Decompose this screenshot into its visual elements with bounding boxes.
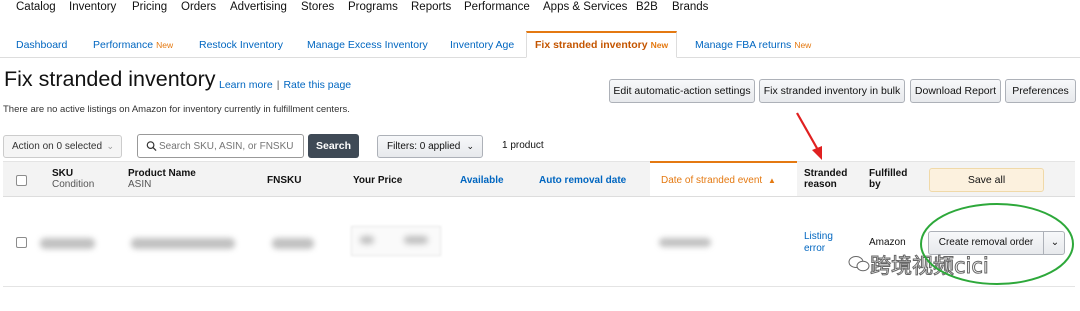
nav-orders[interactable]: Orders [181, 1, 216, 13]
tab-performance[interactable]: Performance New [93, 32, 173, 58]
new-badge: New [650, 40, 669, 50]
header-sublabel: ASIN [128, 179, 152, 190]
search-input[interactable] [159, 138, 301, 154]
tab-label: Dashboard [16, 39, 68, 51]
wechat-icon [848, 256, 870, 272]
fix-stranded-inventory-in-bulk-button[interactable]: Fix stranded inventory in bulk [759, 79, 905, 103]
learn-more-link[interactable]: Learn more [219, 79, 273, 91]
tab-inventory-age[interactable]: Inventory Age [450, 32, 514, 58]
bulk-action-select[interactable]: Action on 0 selected ⌄ [3, 135, 122, 158]
fulfilled-by-value: Amazon [869, 237, 906, 248]
price-input-blurred[interactable] [351, 226, 441, 256]
new-badge: New [794, 40, 812, 50]
nav-reports[interactable]: Reports [411, 1, 451, 13]
nav-b2b[interactable]: B2B [636, 1, 658, 13]
header-your-price[interactable]: Your Price [353, 175, 402, 186]
nav-catalog[interactable]: Catalog [16, 1, 56, 13]
tab-label: Performance [93, 39, 154, 51]
tab-label: Restock Inventory [199, 39, 284, 51]
product-count: 1 product [502, 140, 544, 151]
search-box[interactable] [137, 134, 304, 158]
blurred-price-value [404, 236, 428, 244]
nav-pricing[interactable]: Pricing [132, 1, 167, 13]
blurred-fnsku [272, 238, 314, 249]
new-badge: New [156, 40, 174, 50]
nav-stores[interactable]: Stores [301, 1, 334, 13]
edit-automatic-action-settings-button[interactable]: Edit automatic-action settings [609, 79, 755, 103]
header-sku[interactable]: SKU Condition [52, 168, 94, 190]
tab-fix-stranded-inventory[interactable]: Fix stranded inventory New [526, 31, 678, 58]
download-report-button[interactable]: Download Report [910, 79, 1001, 103]
tab-label: Manage Excess Inventory [307, 39, 428, 51]
header-sublabel: Condition [52, 179, 95, 190]
nav-inventory[interactable]: Inventory [69, 1, 116, 13]
header-label: Product Name [128, 168, 196, 179]
row-checkbox[interactable] [16, 237, 27, 248]
blurred-stranded-date [659, 238, 711, 247]
rate-page-link[interactable]: Rate this page [283, 79, 351, 91]
filters-label: Filters: 0 applied [387, 141, 461, 152]
header-label: Date of stranded event [661, 175, 763, 186]
chevron-down-icon: ⌄ [466, 141, 474, 151]
preferences-button[interactable]: Preferences [1005, 79, 1076, 103]
filters-dropdown[interactable]: Filters: 0 applied ⌄ [377, 135, 483, 158]
save-all-button[interactable]: Save all [929, 168, 1044, 192]
header-date-of-stranded-event[interactable]: Date of stranded event ▲ [661, 175, 776, 186]
search-button[interactable]: Search [308, 134, 359, 158]
bulk-action-label: Action on 0 selected [12, 141, 103, 152]
stranded-reason-link[interactable]: Listing error [804, 231, 844, 255]
tab-dashboard[interactable]: Dashboard [16, 32, 67, 58]
select-all-checkbox[interactable] [16, 175, 27, 186]
search-icon [146, 141, 157, 152]
tab-label: Manage FBA returns [695, 39, 792, 51]
header-label: SKU [52, 168, 74, 179]
tab-label: Inventory Age [450, 39, 515, 51]
tab-label: Fix stranded inventory [535, 39, 648, 51]
header-auto-removal-date[interactable]: Auto removal date [539, 175, 626, 186]
chevron-down-icon[interactable]: ⌄ [1045, 232, 1065, 254]
tab-bar: Dashboard Performance New Restock Invento… [0, 31, 1080, 58]
nav-apps-services[interactable]: Apps & Services [543, 1, 627, 13]
watermark-text: 跨境视频cici [870, 254, 990, 279]
nav-advertising[interactable]: Advertising [230, 1, 287, 13]
page-title: Fix stranded inventory [4, 67, 216, 91]
page-subtitle: There are no active listings on Amazon f… [3, 104, 350, 115]
header-stranded-reason[interactable]: Stranded reason [804, 168, 854, 190]
red-arrow-line [796, 112, 819, 151]
header-product-name[interactable]: Product Name ASIN [128, 168, 196, 190]
separator: | [276, 79, 280, 91]
header-available[interactable]: Available [460, 175, 504, 186]
red-arrow-head [812, 146, 822, 160]
chevron-down-icon: ⌄ [106, 141, 114, 151]
nav-performance[interactable]: Performance [464, 1, 530, 13]
tab-manage-fba-returns[interactable]: Manage FBA returns New [695, 32, 811, 58]
tab-manage-excess-inventory[interactable]: Manage Excess Inventory [307, 32, 428, 58]
top-navigation: Catalog Inventory Pricing Orders Adverti… [0, 0, 1080, 18]
blurred-price-value [360, 236, 374, 244]
title-links: Learn more | Rate this page [219, 79, 351, 91]
tab-restock-inventory[interactable]: Restock Inventory [199, 32, 283, 58]
header-fnsku[interactable]: FNSKU [267, 175, 301, 186]
nav-brands[interactable]: Brands [672, 1, 708, 13]
blurred-sku [40, 238, 95, 249]
blurred-product-name [131, 238, 235, 249]
sort-ascending-icon: ▲ [767, 176, 776, 185]
header-fulfilled-by[interactable]: Fulfilled by [869, 168, 914, 190]
nav-programs[interactable]: Programs [348, 1, 398, 13]
